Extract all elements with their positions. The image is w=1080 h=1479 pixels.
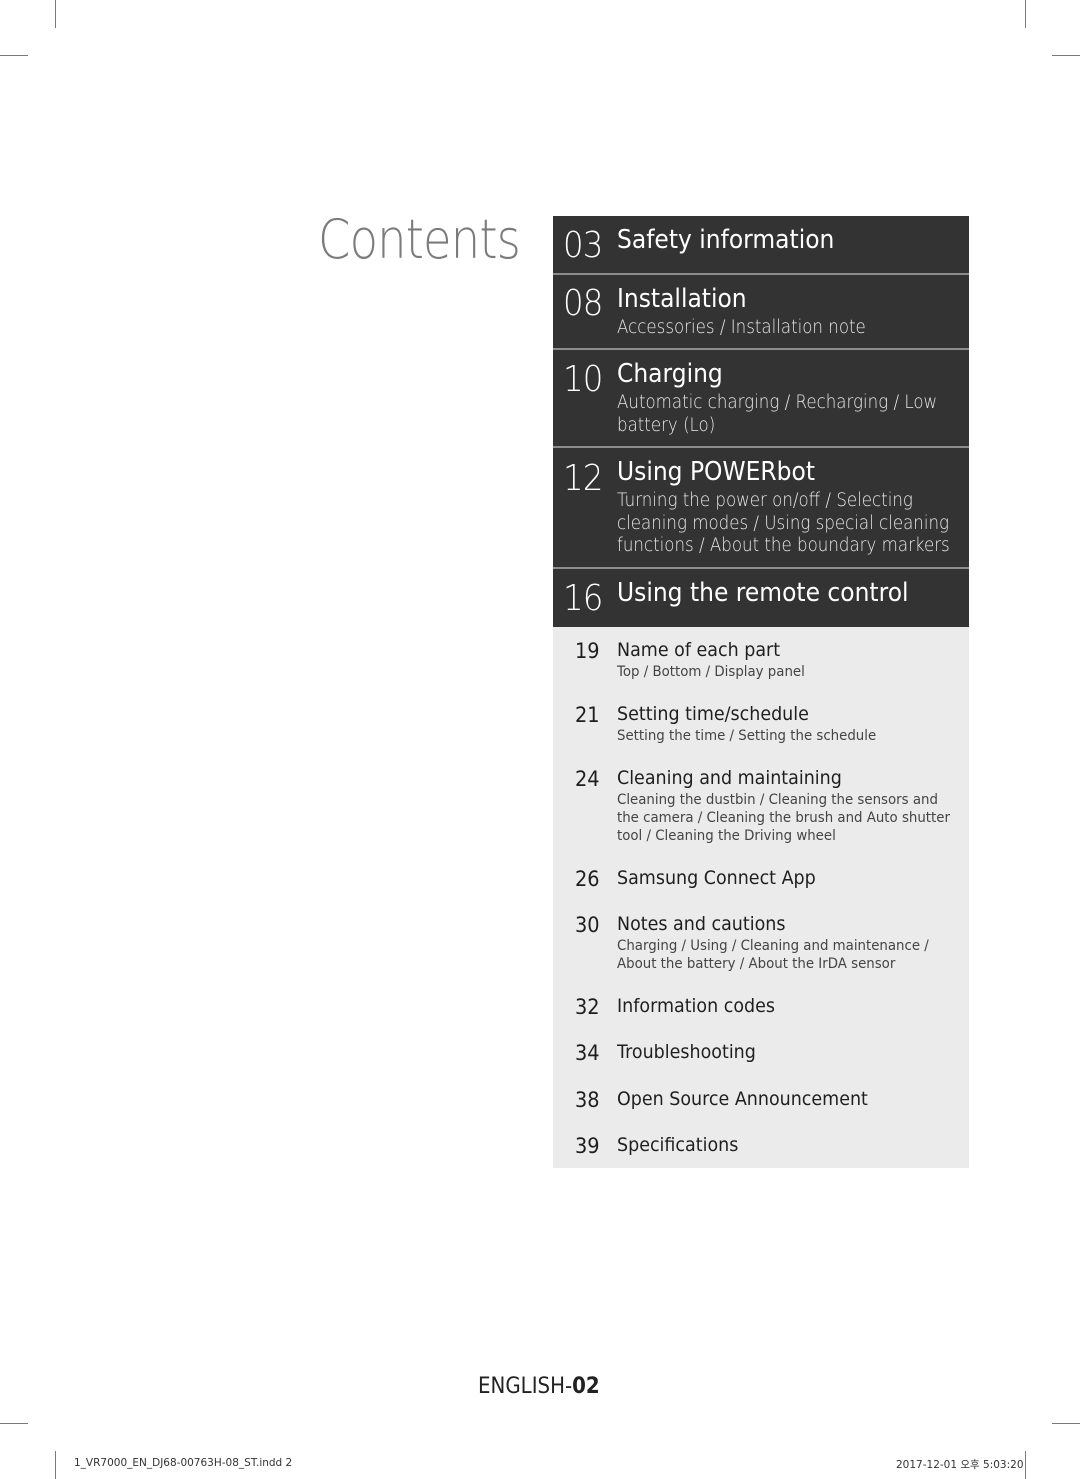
toc-entry-remote-control[interactable]: 16 Using the remote control [553,569,969,627]
section-title: Name of each part [617,639,781,661]
page-number: 16 [563,578,603,619]
crop-mark [0,55,28,56]
page-number-value: 02 [572,1374,600,1399]
chapter-title: Safety information [617,225,835,255]
section-subtitle: Setting the time / Setting the schedule [617,728,877,744]
section-title: Samsung Connect App [617,867,816,889]
crop-mark [1052,1423,1080,1424]
chapter-title: Installation [617,284,747,314]
print-slug-filename: 1_VR7000_EN_DJ68-00763H-08_ST.indd 2 [74,1457,293,1469]
chapter-title: Using the remote control [617,578,909,608]
crop-mark [55,0,56,28]
section-title: Setting time/schedule [617,703,809,725]
section-title: Cleaning and maintaining [617,767,842,789]
page-number: 39 [575,1134,600,1158]
chapter-subtitle: Automatic charging / Recharging / Low ba… [617,392,938,436]
page-title: Contents [318,208,521,271]
section-title: Troubleshooting [617,1041,756,1063]
section-title: Information codes [617,995,776,1017]
toc-entry-charging[interactable]: 10 Charging Automatic charging / Recharg… [553,350,969,448]
table-of-contents: 03 Safety information 08 Installation Ac… [553,216,969,1168]
crop-mark [1052,55,1080,56]
main-chapters: 03 Safety information 08 Installation Ac… [553,216,969,627]
toc-entry-safety[interactable]: 03 Safety information [553,216,969,275]
page-number: 10 [563,359,603,400]
section-title: Specifications [617,1134,739,1156]
language-label: ENGLISH- [478,1374,573,1399]
chapter-title: Using POWERbot [617,457,815,487]
page-number: 30 [575,913,600,937]
page-number: 34 [575,1041,600,1065]
chapter-subtitle: Turning the power on/off / Selecting cle… [617,490,950,556]
page-number: 21 [575,703,600,727]
section-subtitle: Cleaning the dustbin / Cleaning the sens… [617,792,950,845]
crop-mark [55,1451,56,1479]
page-number: 38 [575,1088,600,1112]
print-slug-timestamp: 2017-12-01 오후 5:03:20 [896,1459,1024,1471]
page-number: 26 [575,867,600,891]
crop-mark [0,1423,28,1424]
section-subtitle: Top / Bottom / Display panel [617,664,805,680]
toc-entry-installation[interactable]: 08 Installation Accessories / Installati… [553,275,969,350]
page-number: 12 [563,458,603,499]
page-number: 08 [563,283,603,324]
page-number: 24 [575,767,600,791]
page-number: 03 [563,225,603,266]
section-title: Open Source Announcement [617,1088,868,1110]
page-footer-number: ENGLISH-02 [478,1374,600,1399]
toc-entry-using-powerbot[interactable]: 12 Using POWERbot Turning the power on/o… [553,448,969,569]
section-subtitle: Charging / Using / Cleaning and maintena… [617,938,929,973]
crop-mark [1025,1451,1026,1479]
section-title: Notes and cautions [617,913,786,935]
page-number: 32 [575,995,600,1019]
chapter-subtitle: Accessories / Installation note [617,317,866,338]
chapter-title: Charging [617,359,723,389]
crop-mark [1025,0,1026,28]
sub-chapters: 19 Name of each part Top / Bottom / Disp… [553,627,969,1168]
page-number: 19 [575,639,600,663]
